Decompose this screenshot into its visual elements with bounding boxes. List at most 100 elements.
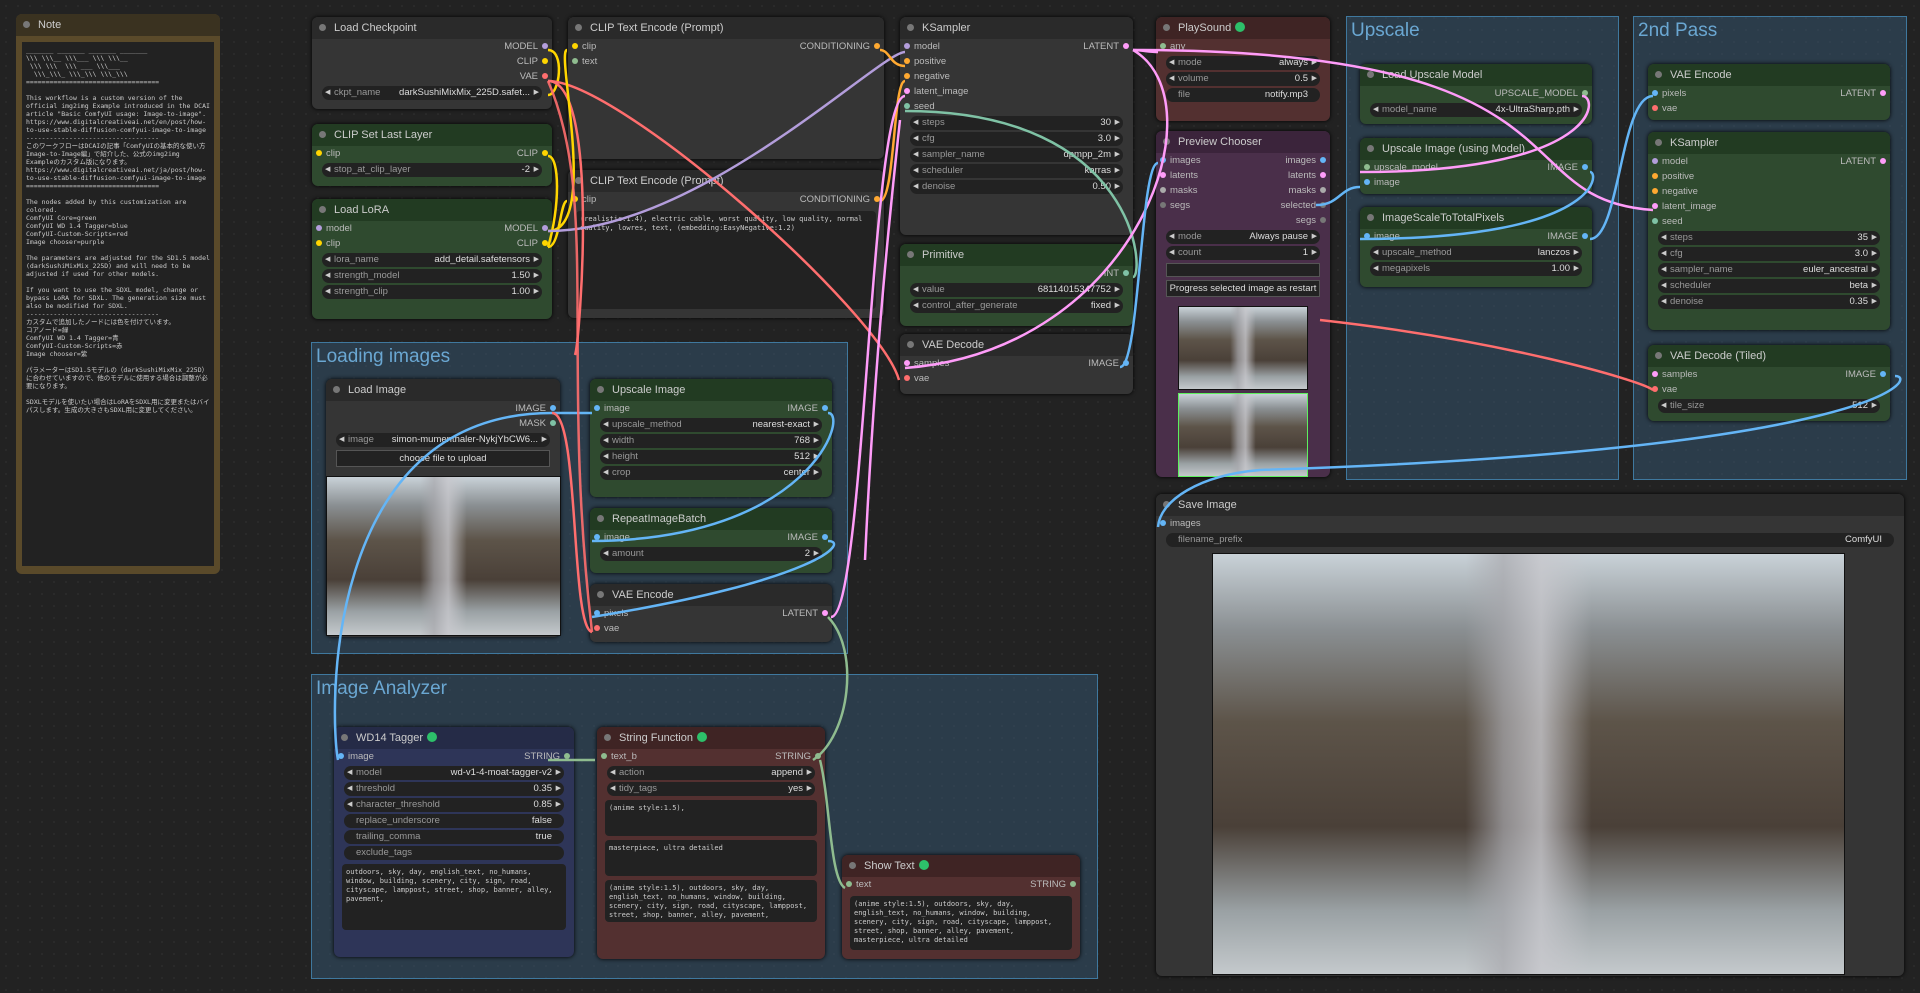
image-output-port[interactable] bbox=[550, 405, 556, 411]
int-output-port[interactable] bbox=[1123, 270, 1129, 276]
vae-output-port[interactable] bbox=[542, 73, 548, 79]
vae-input-port[interactable] bbox=[904, 375, 910, 381]
steps-widget[interactable]: steps 35 bbox=[1658, 231, 1880, 245]
negative-input-port[interactable] bbox=[1652, 188, 1658, 194]
value-widget[interactable]: value 68114015347752 bbox=[910, 283, 1123, 297]
repeat-image-batch-node[interactable]: RepeatImageBatch image IMAGE amount 2 bbox=[590, 508, 832, 573]
height-widget[interactable]: height 512 bbox=[600, 450, 822, 464]
seed-input-port[interactable] bbox=[1652, 218, 1658, 224]
note-node[interactable]: Note _______ _______ _______ _______ \\\… bbox=[16, 14, 220, 574]
images-output-port[interactable] bbox=[1320, 157, 1326, 163]
filename-prefix-widget[interactable]: filename_prefix ComfyUI bbox=[1166, 533, 1894, 547]
upscale-method-widget[interactable]: upscale_method nearest-exact bbox=[600, 418, 822, 432]
mode-widget[interactable]: mode always bbox=[1166, 56, 1320, 70]
string-function-node[interactable]: String Function text_b STRING action appen… bbox=[597, 727, 825, 959]
string-output-port[interactable] bbox=[564, 753, 570, 759]
selected-output-port[interactable] bbox=[1320, 202, 1326, 208]
vae-decode-tiled-node[interactable]: VAE Decode (Tiled) samples IMAGE vae tile… bbox=[1648, 345, 1890, 421]
progress-selected-image-button[interactable]: Progress selected image as restart bbox=[1166, 280, 1320, 297]
image-output-port[interactable] bbox=[1582, 164, 1588, 170]
vae-input-port[interactable] bbox=[1652, 105, 1658, 111]
load-upscale-model-node[interactable]: Load Upscale Model UPSCALE_MODEL model_n… bbox=[1360, 64, 1592, 124]
replace-underscore-toggle[interactable]: replace_underscore false bbox=[344, 814, 564, 828]
note-body[interactable]: _______ _______ _______ _______ \\\ \\\_… bbox=[22, 42, 214, 566]
negative-input-port[interactable] bbox=[904, 73, 910, 79]
threshold-widget[interactable]: threshold 0.35 bbox=[344, 782, 564, 796]
clip-output-port[interactable] bbox=[542, 240, 548, 246]
image-input-port[interactable] bbox=[594, 405, 600, 411]
segs-input-port[interactable] bbox=[1160, 202, 1166, 208]
masks-input-port[interactable] bbox=[1160, 187, 1166, 193]
model-widget[interactable]: model wd-v1-4-moat-tagger-v2 bbox=[344, 766, 564, 780]
model-output-port[interactable] bbox=[542, 225, 548, 231]
text-c-textarea[interactable]: masterpiece, ultra detailed bbox=[605, 840, 817, 876]
mode-widget[interactable]: mode Always pause bbox=[1166, 230, 1320, 244]
masks-output-port[interactable] bbox=[1320, 187, 1326, 193]
amount-widget[interactable]: amount 2 bbox=[600, 547, 822, 561]
stop-at-clip-layer-widget[interactable]: stop_at_clip_layer -2 bbox=[322, 163, 542, 177]
conditioning-output-port[interactable] bbox=[874, 43, 880, 49]
scheduler-widget[interactable]: scheduler beta bbox=[1658, 279, 1880, 293]
image-input-port[interactable] bbox=[594, 534, 600, 540]
vae-encode-node[interactable]: VAE Encode pixels LATENT vae bbox=[590, 584, 832, 642]
sampler-name-widget[interactable]: sampler_name euler_ancestral bbox=[1658, 263, 1880, 277]
latent-image-input-port[interactable] bbox=[904, 88, 910, 94]
show-text-output[interactable]: (anime style:1.5), outdoors, sky, day, e… bbox=[850, 896, 1072, 950]
conditioning-output-port[interactable] bbox=[874, 196, 880, 202]
load-image-node[interactable]: Load Image IMAGE MASK image simon-mumenth… bbox=[326, 379, 561, 637]
upscale-image-node[interactable]: Upscale Image image IMAGE upscale_method n… bbox=[590, 379, 832, 497]
latent-output-port[interactable] bbox=[1880, 90, 1886, 96]
upscale-model-output-port[interactable] bbox=[1582, 90, 1588, 96]
crop-widget[interactable]: crop center bbox=[600, 466, 822, 480]
images-input-port[interactable] bbox=[1160, 520, 1166, 526]
image-output-port[interactable] bbox=[1123, 360, 1129, 366]
ksampler-node[interactable]: KSampler model LATENT positive negative l… bbox=[900, 17, 1133, 235]
strength-model-widget[interactable]: strength_model 1.50 bbox=[322, 269, 542, 283]
lora-name-widget[interactable]: lora_name add_detail.safetensors bbox=[322, 253, 542, 267]
save-image-node[interactable]: Save Image images filename_prefix ComfyUI bbox=[1156, 494, 1904, 976]
string-output-port[interactable] bbox=[815, 753, 821, 759]
scheduler-widget[interactable]: scheduler karras bbox=[910, 164, 1123, 178]
latent-image-input-port[interactable] bbox=[1652, 203, 1658, 209]
positive-input-port[interactable] bbox=[904, 58, 910, 64]
mask-output-port[interactable] bbox=[550, 420, 556, 426]
strength-clip-widget[interactable]: strength_clip 1.00 bbox=[322, 285, 542, 299]
vae-input-port[interactable] bbox=[594, 625, 600, 631]
volume-widget[interactable]: volume 0.5 bbox=[1166, 72, 1320, 86]
preview-thumbnail-1[interactable] bbox=[1178, 306, 1308, 390]
latent-output-port[interactable] bbox=[1123, 43, 1129, 49]
seed-input-port[interactable] bbox=[904, 103, 910, 109]
clip-input-port[interactable] bbox=[316, 150, 322, 156]
megapixels-widget[interactable]: megapixels 1.00 bbox=[1370, 262, 1582, 276]
load-checkpoint-node[interactable]: Load Checkpoint MODEL CLIP VAE ckpt_name… bbox=[312, 17, 552, 109]
image-output-port[interactable] bbox=[822, 405, 828, 411]
ksampler-2nd-pass-node[interactable]: KSampler model LATENT positive negative l… bbox=[1648, 132, 1890, 330]
latents-output-port[interactable] bbox=[1320, 172, 1326, 178]
show-text-node[interactable]: Show Text text STRING (anime style:1.5), … bbox=[842, 855, 1080, 959]
result-textarea[interactable]: (anime style:1.5), outdoors, sky, day, e… bbox=[605, 880, 817, 922]
samples-input-port[interactable] bbox=[904, 360, 910, 366]
clip-set-last-layer-node[interactable]: CLIP Set Last Layer clip CLIP stop_at_cli… bbox=[312, 124, 552, 186]
ckpt-name-widget[interactable]: ckpt_name darkSushiMixMix_225D.safet... bbox=[322, 86, 542, 100]
denoise-widget[interactable]: denoise 0.50 bbox=[910, 180, 1123, 194]
wd14-tagger-node[interactable]: WD14 Tagger image STRING model wd-v1-4-moa… bbox=[334, 727, 574, 957]
images-input-port[interactable] bbox=[1160, 157, 1166, 163]
upscale-model-input-port[interactable] bbox=[1364, 164, 1370, 170]
image-output-port[interactable] bbox=[822, 534, 828, 540]
image-scale-to-total-pixels-node[interactable]: ImageScaleToTotalPixels image IMAGE upsca… bbox=[1360, 207, 1592, 287]
clip-output-port[interactable] bbox=[542, 150, 548, 156]
latent-output-port[interactable] bbox=[822, 610, 828, 616]
image-output-port[interactable] bbox=[1582, 233, 1588, 239]
cfg-widget[interactable]: cfg 3.0 bbox=[910, 132, 1123, 146]
segs-output-port[interactable] bbox=[1320, 217, 1326, 223]
pixels-input-port[interactable] bbox=[594, 610, 600, 616]
image-input-port[interactable] bbox=[1364, 233, 1370, 239]
choose-file-button[interactable]: choose file to upload bbox=[336, 450, 550, 467]
pixels-input-port[interactable] bbox=[1652, 90, 1658, 96]
clip-text-encode-positive-node[interactable]: CLIP Text Encode (Prompt) clip CONDITIONI… bbox=[568, 17, 884, 159]
clip-input-port[interactable] bbox=[572, 43, 578, 49]
clip-input-port[interactable] bbox=[316, 240, 322, 246]
model-input-port[interactable] bbox=[904, 43, 910, 49]
text-input-port[interactable] bbox=[572, 58, 578, 64]
vae-input-port[interactable] bbox=[1652, 386, 1658, 392]
